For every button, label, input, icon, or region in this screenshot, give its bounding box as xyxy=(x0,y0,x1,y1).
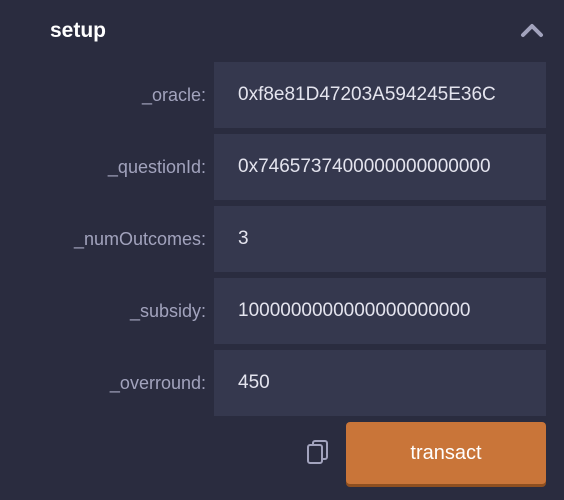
field-row-subsidy: _subsidy: 1000000000000000000000 xyxy=(0,278,564,344)
panel-header: setup xyxy=(0,0,564,60)
field-label-subsidy: _subsidy: xyxy=(129,301,206,321)
num-outcomes-input[interactable]: 3 xyxy=(214,206,546,272)
field-row-overround: _overround: 450 xyxy=(0,350,564,416)
subsidy-input[interactable]: 1000000000000000000000 xyxy=(214,278,546,344)
field-label-overround: _overround: xyxy=(109,373,206,393)
oracle-input[interactable]: 0xf8e81D47203A594245E36C xyxy=(214,62,546,128)
setup-panel: setup _oracle: 0xf8e81D47203A594245E36C … xyxy=(0,0,564,500)
field-row-oracle: _oracle: 0xf8e81D47203A594245E36C xyxy=(0,62,564,128)
field-label-num-outcomes: _numOutcomes: xyxy=(73,229,206,249)
copy-icon[interactable] xyxy=(304,438,334,468)
transact-button[interactable]: transact xyxy=(346,422,546,484)
field-row-question-id: _questionId: 0x7465737400000000000000 xyxy=(0,134,564,200)
question-id-input[interactable]: 0x7465737400000000000000 xyxy=(214,134,546,200)
field-row-num-outcomes: _numOutcomes: 3 xyxy=(0,206,564,272)
panel-title: setup xyxy=(50,19,107,42)
field-label-question-id: _questionId: xyxy=(107,157,206,177)
field-label-oracle: _oracle: xyxy=(141,85,206,105)
chevron-up-icon[interactable] xyxy=(518,18,546,42)
overround-input[interactable]: 450 xyxy=(214,350,546,416)
